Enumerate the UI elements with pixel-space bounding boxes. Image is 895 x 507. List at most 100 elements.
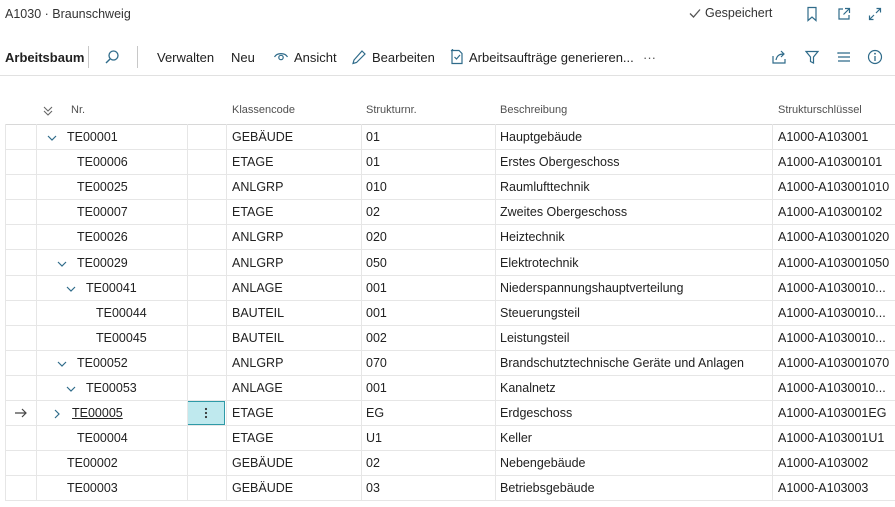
cell-nr[interactable]: TE00053 [86, 376, 196, 401]
table-row[interactable]: TE00026 ANLGRP 020 Heiztechnik A1000-A103001… [5, 225, 895, 250]
cell-class-code: ETAGE [232, 155, 274, 169]
chevron-down-icon[interactable] [66, 383, 76, 393]
grid-line [187, 124, 188, 500]
row-actions-button[interactable] [187, 401, 225, 425]
cell-nr[interactable]: TE00041 [86, 276, 196, 301]
cell-nr[interactable]: TE00007 [77, 200, 187, 225]
cell-struct-key: A1000-A1030010... [778, 306, 886, 320]
chevron-right-icon[interactable] [52, 408, 62, 419]
table-row[interactable]: TE00041 ANLAGE 001 Niederspannungshauptvert… [5, 276, 895, 301]
cell-struct-key: A1000-A103001U1 [778, 431, 885, 445]
view-button-label: Ansicht [294, 49, 337, 65]
grid-line [5, 124, 6, 500]
column-header-struct-no[interactable]: Strukturnr. [366, 97, 417, 124]
cell-struct-key: A1000-A1030010... [778, 281, 886, 295]
table-row[interactable]: TE00044 BAUTEIL 001 Steuerungsteil A1000-A10… [5, 301, 895, 326]
cell-struct-no: 01 [366, 155, 380, 169]
cell-struct-no: 010 [366, 180, 387, 194]
cell-nr[interactable]: TE00045 [96, 326, 206, 351]
table-row[interactable]: TE00001 GEBÄUDE 01 Hauptgebäude A1000-A10300… [5, 125, 895, 150]
expand-icon[interactable] [866, 5, 884, 23]
action-bar: Arbeitsbaum Verwalten Neu Ansicht Bearbe… [0, 38, 895, 76]
cell-description: Keller [500, 431, 532, 445]
cell-description: Elektrotechnik [500, 256, 579, 270]
manage-button[interactable]: Verwalten [157, 48, 214, 66]
cell-description: Niederspannungshauptverteilung [500, 281, 684, 295]
new-button[interactable]: Neu [231, 48, 255, 66]
cell-class-code: ETAGE [232, 406, 274, 420]
share-icon[interactable] [770, 48, 788, 66]
table-row[interactable]: TE00052 ANLGRP 070 Brandschutztechnische Ge… [5, 351, 895, 376]
generate-work-orders-button[interactable]: Arbeitsaufträge generieren... [450, 48, 634, 66]
table-row[interactable]: TE00007 ETAGE 02 Zweites Obergeschoss A1000-… [5, 200, 895, 225]
chevron-down-icon[interactable] [57, 258, 67, 268]
divider [88, 46, 89, 68]
more-vertical-icon [204, 407, 208, 419]
generate-work-orders-label: Arbeitsaufträge generieren... [469, 49, 634, 65]
cell-nr[interactable]: TE00026 [77, 225, 187, 250]
cell-description: Leistungsteil [500, 331, 570, 345]
filter-icon[interactable] [803, 48, 821, 66]
cell-nr[interactable]: TE00044 [96, 301, 206, 326]
table-row[interactable]: TE00029 ANLGRP 050 Elektrotechnik A1000-A103… [5, 251, 895, 276]
table-row[interactable]: TE00025 ANLGRP 010 Raumlufttechnik A1000-A10… [5, 175, 895, 200]
more-options-button[interactable]: ··· [643, 48, 656, 66]
checkmark-icon [689, 9, 701, 18]
cell-class-code: ETAGE [232, 431, 274, 445]
cell-struct-no: 001 [366, 381, 387, 395]
cell-struct-no: 002 [366, 331, 387, 345]
pencil-icon [352, 50, 366, 65]
cell-struct-key: A1000-A1030010... [778, 331, 886, 345]
saved-status: Gespeichert [688, 6, 772, 20]
table-row[interactable]: TE00005 ETAGE EG Erdgeschoss A1000-A103001EG [5, 401, 895, 426]
cell-nr[interactable]: TE00003 [67, 476, 177, 501]
cell-nr[interactable]: TE00001 [67, 125, 177, 150]
cell-nr[interactable]: TE00052 [77, 351, 187, 376]
grid-line [495, 124, 496, 500]
edit-button[interactable]: Bearbeiten [351, 48, 435, 66]
view-button[interactable]: Ansicht [273, 48, 337, 66]
list-view-icon[interactable] [835, 48, 853, 66]
cell-struct-no: 050 [366, 256, 387, 270]
table-row[interactable]: TE00053 ANLAGE 001 Kanalnetz A1000-A1030010.… [5, 376, 895, 401]
bookmark-icon[interactable] [803, 5, 821, 23]
cell-description: Nebengebäude [500, 456, 586, 470]
edit-button-label: Bearbeiten [372, 49, 435, 65]
table-row[interactable]: TE00003 GEBÄUDE 03 Betriebsgebäude A1000-A10… [5, 476, 895, 501]
column-header-struct-key[interactable]: Strukturschlüssel [778, 97, 862, 124]
table-row[interactable]: TE00006 ETAGE 01 Erstes Obergeschoss A1000-A… [5, 150, 895, 175]
cell-struct-key: A1000-A103001 [778, 130, 869, 144]
cell-nr[interactable]: TE00006 [77, 150, 187, 175]
generate-document-icon [450, 49, 463, 65]
table-row[interactable]: TE00004 ETAGE U1 Keller A1000-A103001U1 [5, 426, 895, 451]
info-icon[interactable] [866, 48, 884, 66]
cell-nr[interactable]: TE00029 [77, 251, 187, 276]
cell-nr[interactable]: TE00004 [77, 426, 187, 451]
column-header-class-code[interactable]: Klassencode [232, 97, 295, 124]
cell-struct-no: 020 [366, 230, 387, 244]
cell-description: Raumlufttechnik [500, 180, 590, 194]
column-header-nr[interactable]: Nr. [71, 97, 85, 124]
cell-nr[interactable]: TE00025 [77, 175, 187, 200]
cell-nr[interactable]: TE00002 [67, 451, 177, 476]
cell-struct-key: A1000-A103001050 [778, 256, 890, 270]
grid-line [226, 124, 227, 500]
search-icon[interactable] [103, 48, 121, 66]
chevron-down-icon[interactable] [66, 283, 76, 293]
tab-arbeitsbaum[interactable]: Arbeitsbaum [5, 48, 84, 66]
cell-struct-no: 02 [366, 205, 380, 219]
column-header-description[interactable]: Beschreibung [500, 97, 567, 124]
open-new-window-icon[interactable] [835, 5, 853, 23]
chevron-down-icon[interactable] [47, 132, 57, 142]
cell-class-code: ANLAGE [232, 381, 283, 395]
cell-description: Betriebsgebäude [500, 481, 595, 495]
table-row[interactable]: TE00002 GEBÄUDE 02 Nebengebäude A1000-A10300… [5, 451, 895, 476]
chevron-down-icon[interactable] [57, 358, 67, 368]
cell-nr[interactable]: TE00005 [72, 401, 182, 426]
cell-class-code: ANLGRP [232, 356, 284, 370]
table-row[interactable]: TE00045 BAUTEIL 002 Leistungsteil A1000-A103… [5, 326, 895, 351]
cell-struct-no: 001 [366, 306, 387, 320]
collapse-all-icon[interactable] [42, 97, 54, 124]
cell-description: Erstes Obergeschoss [500, 155, 620, 169]
cell-class-code: ANLGRP [232, 256, 284, 270]
